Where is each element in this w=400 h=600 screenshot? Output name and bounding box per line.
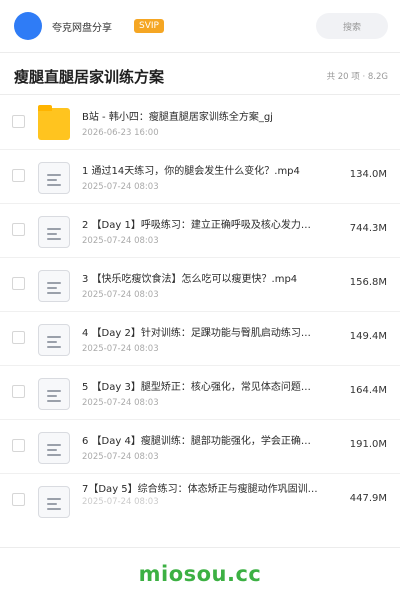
- file-date: 2026-06-23 16:00: [82, 128, 159, 138]
- file-date: 2025-07-24 08:03: [82, 497, 159, 507]
- file-name: 1 通过14天练习，你的腿会发生什么变化？.mp4: [82, 166, 300, 177]
- file-size: 164.4M: [349, 385, 387, 396]
- file-list: B站 - 韩小四：瘦腿直腿居家训练全方案_gj 2026-06-23 16:00…: [0, 96, 400, 528]
- list-item[interactable]: 2 【Day 1】呼吸练习：建立正确呼吸及核心发力… 2025-07-24 08…: [0, 204, 400, 258]
- file-size: 156.8M: [349, 277, 387, 288]
- file-date: 2025-07-24 08:03: [82, 344, 159, 354]
- file-name: 7【Day 5】综合练习：体态矫正与瘦腿动作巩固训…: [82, 484, 318, 495]
- video-file-icon: [38, 270, 70, 302]
- row-checkbox[interactable]: [12, 331, 25, 344]
- list-item[interactable]: 4 【Day 2】针对训练：足踝功能与臀肌启动练习… 2025-07-24 08…: [0, 312, 400, 366]
- row-checkbox[interactable]: [12, 277, 25, 290]
- file-size: 134.0M: [349, 169, 387, 180]
- video-file-icon: [38, 378, 70, 410]
- list-item[interactable]: 1 通过14天练习，你的腿会发生什么变化？.mp4 2025-07-24 08:…: [0, 150, 400, 204]
- video-file-icon: [38, 162, 70, 194]
- file-size: 149.4M: [349, 331, 387, 342]
- video-file-icon: [38, 486, 70, 518]
- title-divider: [0, 94, 400, 95]
- search-placeholder: 搜索: [342, 22, 361, 33]
- file-size: 191.0M: [349, 439, 387, 450]
- file-name: 5 【Day 3】腿型矫正：核心强化，常见体态问题…: [82, 382, 311, 393]
- row-checkbox[interactable]: [12, 385, 25, 398]
- row-checkbox[interactable]: [12, 439, 25, 452]
- file-name: 3 【快乐吃瘦饮食法】怎么吃可以瘦更快？.mp4: [82, 274, 298, 285]
- list-item[interactable]: 5 【Day 3】腿型矫正：核心强化，常见体态问题… 2025-07-24 08…: [0, 366, 400, 420]
- video-file-icon: [38, 216, 70, 248]
- search-input[interactable]: 搜索: [316, 13, 388, 39]
- title-bar: 瘦腿直腿居家训练方案 共 20 项 · 8.2G: [0, 60, 400, 92]
- svip-badge[interactable]: SVIP: [134, 19, 164, 33]
- file-size: 447.9M: [349, 493, 387, 504]
- list-item[interactable]: B站 - 韩小四：瘦腿直腿居家训练全方案_gj 2026-06-23 16:00: [0, 96, 400, 150]
- file-date: 2025-07-24 08:03: [82, 182, 159, 192]
- folder-icon: [38, 105, 70, 140]
- list-item[interactable]: 7【Day 5】综合练习：体态矫正与瘦腿动作巩固训… 2025-07-24 08…: [0, 474, 400, 528]
- file-date: 2025-07-24 08:03: [82, 452, 159, 462]
- file-date: 2025-07-24 08:03: [82, 236, 159, 246]
- file-size: 744.3M: [349, 223, 387, 234]
- file-name: B站 - 韩小四：瘦腿直腿居家训练全方案_gj: [82, 112, 273, 123]
- brand-name: 夸克网盘分享: [52, 22, 112, 34]
- avatar[interactable]: [14, 12, 42, 40]
- row-checkbox[interactable]: [12, 169, 25, 182]
- folder-meta: 共 20 项 · 8.2G: [326, 72, 388, 82]
- row-checkbox[interactable]: [12, 493, 25, 506]
- file-date: 2025-07-24 08:03: [82, 398, 159, 408]
- video-file-icon: [38, 324, 70, 356]
- header-divider: [0, 52, 400, 53]
- page-title: 瘦腿直腿居家训练方案: [14, 67, 165, 86]
- file-name: 4 【Day 2】针对训练：足踝功能与臀肌启动练习…: [82, 328, 311, 339]
- row-checkbox[interactable]: [12, 223, 25, 236]
- file-name: 2 【Day 1】呼吸练习：建立正确呼吸及核心发力…: [82, 220, 311, 231]
- top-bar: 夸克网盘分享 SVIP 搜索: [0, 0, 400, 52]
- row-checkbox[interactable]: [12, 115, 25, 128]
- video-file-icon: [38, 432, 70, 464]
- list-item[interactable]: 6 【Day 4】瘦腿训练：腿部功能强化，学会正确… 2025-07-24 08…: [0, 420, 400, 474]
- file-name: 6 【Day 4】瘦腿训练：腿部功能强化，学会正确…: [82, 436, 311, 447]
- footer: miosou.cc: [0, 548, 400, 600]
- watermark-text: miosou.cc: [138, 562, 262, 586]
- file-date: 2025-07-24 08:03: [82, 290, 159, 300]
- list-item[interactable]: 3 【快乐吃瘦饮食法】怎么吃可以瘦更快？.mp4 2025-07-24 08:0…: [0, 258, 400, 312]
